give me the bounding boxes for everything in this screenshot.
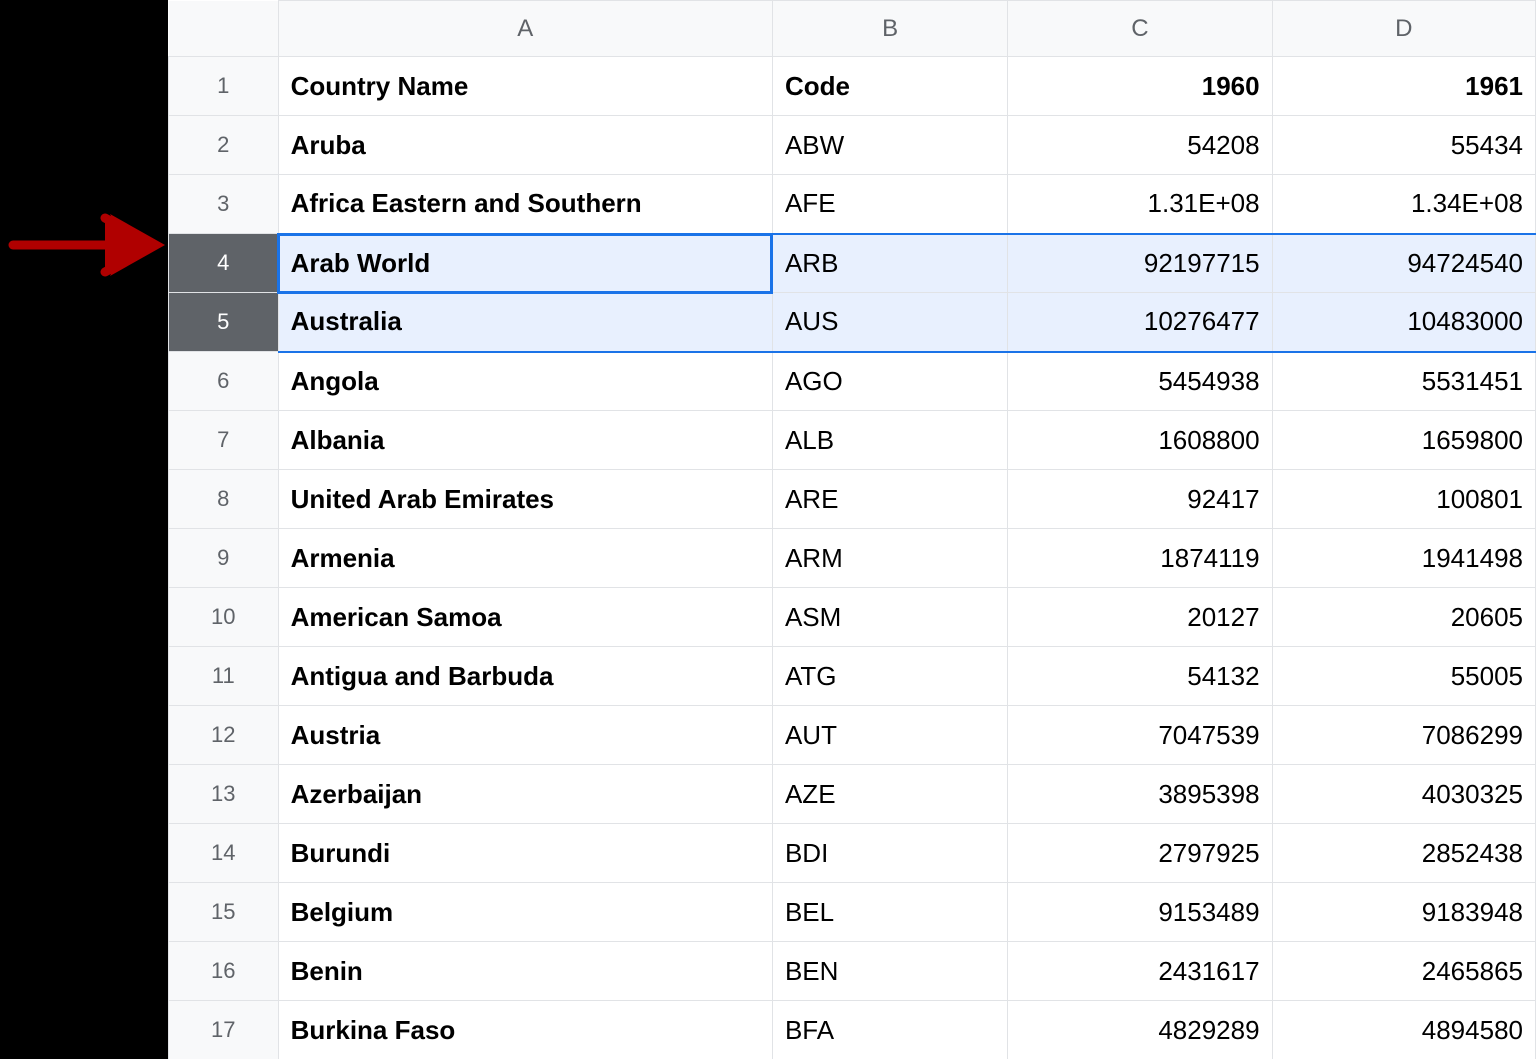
cell[interactable]: Australia bbox=[278, 293, 772, 352]
cell[interactable]: AUS bbox=[772, 293, 1007, 352]
cell[interactable]: ATG bbox=[772, 647, 1007, 706]
cell[interactable]: 1659800 bbox=[1272, 411, 1535, 470]
cell[interactable]: Africa Eastern and Southern bbox=[278, 175, 772, 234]
cell[interactable]: 20127 bbox=[1008, 588, 1272, 647]
cell[interactable]: 1961 bbox=[1272, 57, 1535, 116]
cell[interactable]: 7047539 bbox=[1008, 706, 1272, 765]
cell[interactable]: 1941498 bbox=[1272, 529, 1535, 588]
spreadsheet-grid[interactable]: A B C D 1 Country Name Code 1960 1961 2 … bbox=[168, 0, 1536, 1059]
cell-active[interactable]: Arab World bbox=[278, 234, 772, 293]
cell[interactable]: ALB bbox=[772, 411, 1007, 470]
cell[interactable]: Belgium bbox=[278, 883, 772, 942]
cell[interactable]: 92197715 bbox=[1008, 234, 1272, 293]
cell[interactable]: 94724540 bbox=[1272, 234, 1535, 293]
row-header[interactable]: 2 bbox=[169, 116, 279, 175]
cell[interactable]: 4894580 bbox=[1272, 1001, 1535, 1059]
cell[interactable]: ARB bbox=[772, 234, 1007, 293]
cell[interactable]: AGO bbox=[772, 352, 1007, 411]
cell[interactable]: ARE bbox=[772, 470, 1007, 529]
row-header[interactable]: 9 bbox=[169, 529, 279, 588]
cell[interactable]: 1608800 bbox=[1008, 411, 1272, 470]
cell[interactable]: 55434 bbox=[1272, 116, 1535, 175]
annotation-arrow-icon bbox=[5, 206, 170, 289]
cell[interactable]: Azerbaijan bbox=[278, 765, 772, 824]
cell[interactable]: 10483000 bbox=[1272, 293, 1535, 352]
cell[interactable]: 1960 bbox=[1008, 57, 1272, 116]
cell[interactable]: 4030325 bbox=[1272, 765, 1535, 824]
row-header[interactable]: 7 bbox=[169, 411, 279, 470]
cell[interactable]: Armenia bbox=[278, 529, 772, 588]
cell[interactable]: 55005 bbox=[1272, 647, 1535, 706]
row-header[interactable]: 6 bbox=[169, 352, 279, 411]
cell[interactable]: 100801 bbox=[1272, 470, 1535, 529]
row-header[interactable]: 3 bbox=[169, 175, 279, 234]
cell[interactable]: BDI bbox=[772, 824, 1007, 883]
cell[interactable]: BEN bbox=[772, 942, 1007, 1001]
cell[interactable]: 10276477 bbox=[1008, 293, 1272, 352]
cell[interactable]: 20605 bbox=[1272, 588, 1535, 647]
row-header[interactable]: 13 bbox=[169, 765, 279, 824]
row-header[interactable]: 11 bbox=[169, 647, 279, 706]
cell[interactable]: American Samoa bbox=[278, 588, 772, 647]
column-header-D[interactable]: D bbox=[1272, 1, 1535, 57]
column-header-A[interactable]: A bbox=[278, 1, 772, 57]
cell[interactable]: AZE bbox=[772, 765, 1007, 824]
row-header[interactable]: 10 bbox=[169, 588, 279, 647]
row-header[interactable]: 1 bbox=[169, 57, 279, 116]
cell[interactable]: ASM bbox=[772, 588, 1007, 647]
cell[interactable]: ABW bbox=[772, 116, 1007, 175]
row-header[interactable]: 5 bbox=[169, 293, 279, 352]
cell[interactable]: 2797925 bbox=[1008, 824, 1272, 883]
cell[interactable]: 54208 bbox=[1008, 116, 1272, 175]
cell[interactable]: 3895398 bbox=[1008, 765, 1272, 824]
cell[interactable]: 54132 bbox=[1008, 647, 1272, 706]
cell[interactable]: AUT bbox=[772, 706, 1007, 765]
cell[interactable]: Aruba bbox=[278, 116, 772, 175]
cell[interactable]: 1874119 bbox=[1008, 529, 1272, 588]
cell[interactable]: 9183948 bbox=[1272, 883, 1535, 942]
cell[interactable]: Benin bbox=[278, 942, 772, 1001]
cell[interactable]: Burundi bbox=[278, 824, 772, 883]
cell[interactable]: 9153489 bbox=[1008, 883, 1272, 942]
cell[interactable]: 2852438 bbox=[1272, 824, 1535, 883]
column-header-B[interactable]: B bbox=[772, 1, 1007, 57]
row-header[interactable]: 12 bbox=[169, 706, 279, 765]
row-header[interactable]: 14 bbox=[169, 824, 279, 883]
cell[interactable]: 92417 bbox=[1008, 470, 1272, 529]
select-all-corner[interactable] bbox=[169, 1, 279, 57]
cell[interactable]: 7086299 bbox=[1272, 706, 1535, 765]
row-header[interactable]: 16 bbox=[169, 942, 279, 1001]
cell[interactable]: Country Name bbox=[278, 57, 772, 116]
cell[interactable]: 2465865 bbox=[1272, 942, 1535, 1001]
cell[interactable]: Angola bbox=[278, 352, 772, 411]
cell[interactable]: BEL bbox=[772, 883, 1007, 942]
column-header-C[interactable]: C bbox=[1008, 1, 1272, 57]
row-header[interactable]: 17 bbox=[169, 1001, 279, 1059]
cell[interactable]: Burkina Faso bbox=[278, 1001, 772, 1059]
cell[interactable]: 5454938 bbox=[1008, 352, 1272, 411]
cell[interactable]: United Arab Emirates bbox=[278, 470, 772, 529]
row-header[interactable]: 8 bbox=[169, 470, 279, 529]
row-header[interactable]: 4 bbox=[169, 234, 279, 293]
cell[interactable]: Albania bbox=[278, 411, 772, 470]
row-header[interactable]: 15 bbox=[169, 883, 279, 942]
cell[interactable]: 5531451 bbox=[1272, 352, 1535, 411]
cell[interactable]: 1.34E+08 bbox=[1272, 175, 1535, 234]
cell[interactable]: 4829289 bbox=[1008, 1001, 1272, 1059]
cell[interactable]: Antigua and Barbuda bbox=[278, 647, 772, 706]
cell[interactable]: 1.31E+08 bbox=[1008, 175, 1272, 234]
cell[interactable]: ARM bbox=[772, 529, 1007, 588]
cell[interactable]: Austria bbox=[278, 706, 772, 765]
cell[interactable]: BFA bbox=[772, 1001, 1007, 1059]
cell[interactable]: AFE bbox=[772, 175, 1007, 234]
cell[interactable]: 2431617 bbox=[1008, 942, 1272, 1001]
cell[interactable]: Code bbox=[772, 57, 1007, 116]
